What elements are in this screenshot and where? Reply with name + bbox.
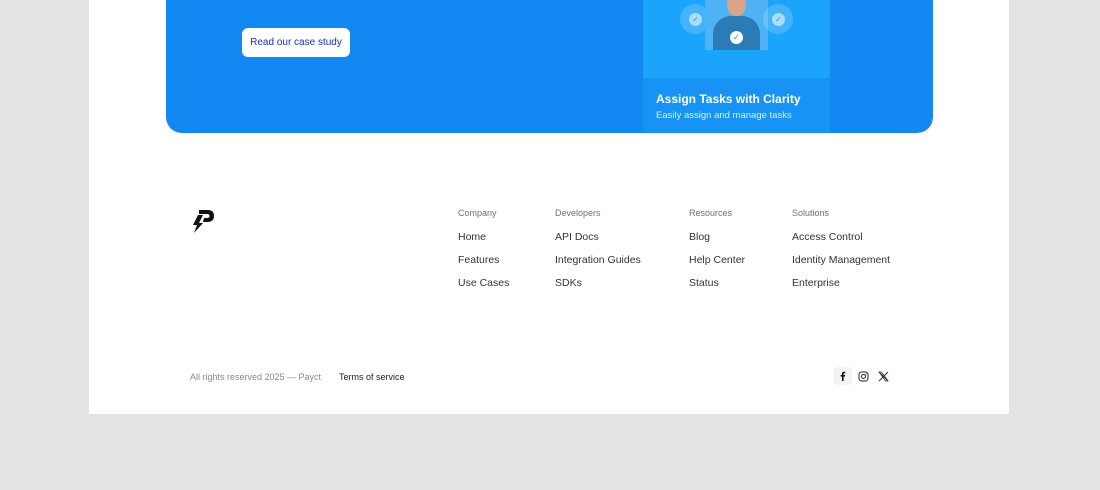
column-heading: Solutions bbox=[792, 208, 830, 218]
column-heading: Developers bbox=[555, 208, 601, 218]
footer-link-use-cases[interactable]: Use Cases bbox=[458, 277, 509, 290]
read-case-study-button[interactable]: Read our case study bbox=[242, 28, 350, 57]
card-title: Assign Tasks with Clarity bbox=[656, 92, 801, 106]
terms-of-service-link[interactable]: Terms of service bbox=[339, 372, 405, 382]
footer-column-solutions: Solutions Access Control Identity Manage… bbox=[792, 208, 890, 300]
hero-heading-cropped bbox=[242, 0, 472, 2]
column-heading: Resources bbox=[689, 208, 733, 218]
footer-link-blog[interactable]: Blog bbox=[689, 231, 745, 244]
footer-link-access-control[interactable]: Access Control bbox=[792, 231, 890, 244]
check-icon: ✓ bbox=[763, 4, 793, 34]
feature-card: ✓ ✓ ✓ Assign Tasks with Clarity Easily a… bbox=[643, 0, 830, 133]
footer-link-integration-guides[interactable]: Integration Guides bbox=[555, 254, 641, 267]
footer-link-status[interactable]: Status bbox=[689, 277, 745, 290]
footer-link-home[interactable]: Home bbox=[458, 231, 509, 244]
avatar: ✓ bbox=[705, 0, 768, 50]
page-content: Read our case study ✓ ✓ ✓ Assign Tasks w… bbox=[89, 0, 1009, 414]
instagram-icon[interactable] bbox=[854, 367, 872, 385]
footer-column-resources: Resources Blog Help Center Status bbox=[689, 208, 745, 300]
card-caption: Assign Tasks with Clarity Easily assign … bbox=[643, 78, 830, 133]
footer-link-identity-management[interactable]: Identity Management bbox=[792, 254, 890, 267]
footer-link-sdks[interactable]: SDKs bbox=[555, 277, 641, 290]
hero-banner: Read our case study ✓ ✓ ✓ Assign Tasks w… bbox=[166, 0, 933, 133]
verified-check-icon: ✓ bbox=[730, 31, 743, 44]
footer-link-help-center[interactable]: Help Center bbox=[689, 254, 745, 267]
card-subtitle: Easily assign and manage tasks bbox=[656, 110, 792, 121]
footer-column-developers: Developers API Docs Integration Guides S… bbox=[555, 208, 641, 300]
footer-link-api-docs[interactable]: API Docs bbox=[555, 231, 641, 244]
footer-column-company: Company Home Features Use Cases bbox=[458, 208, 509, 300]
x-icon[interactable] bbox=[874, 367, 892, 385]
footer-link-features[interactable]: Features bbox=[458, 254, 509, 267]
payct-logo-icon[interactable] bbox=[190, 207, 215, 233]
facebook-icon[interactable] bbox=[834, 367, 852, 385]
footer-link-enterprise[interactable]: Enterprise bbox=[792, 277, 890, 290]
copyright-text: All rights reserved 2025 — Payct bbox=[190, 372, 322, 382]
column-heading: Company bbox=[458, 208, 497, 218]
